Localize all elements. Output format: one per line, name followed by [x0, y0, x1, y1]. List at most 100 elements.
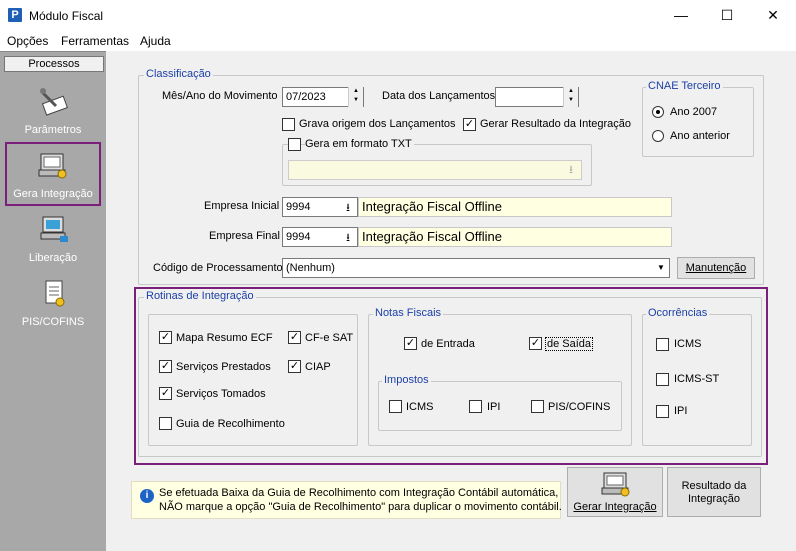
servicos-prestados-checkbox[interactable]: ✓ [159, 360, 172, 373]
rotinas-legend: Rotinas de Integração [144, 290, 256, 302]
impostos-icms-label: ICMS [406, 401, 434, 413]
cfe-sat-checkbox[interactable]: ✓ [288, 331, 301, 344]
computer-gear-icon [38, 153, 67, 179]
gera-txt-label: Gera em formato TXT [305, 138, 414, 150]
cnae-ano-2007-label: Ano 2007 [670, 106, 718, 118]
grava-origem-label: Grava origem dos Lançamentos [299, 118, 456, 130]
gerar-integracao-button[interactable]: Gerar Integração [567, 467, 663, 517]
cnae-ano-anterior-label: Ano anterior [670, 130, 730, 142]
sidebar-item-liberacao[interactable]: Liberação [4, 214, 102, 274]
sidebar-item-label: Parâmetros [24, 124, 82, 136]
sidebar-item-label: PIS/COFINS [21, 316, 85, 328]
nf-saida-checkbox[interactable]: ✓ [529, 337, 542, 350]
resultado-label-line-1: Resultado da [681, 480, 747, 492]
parameters-icon [40, 88, 68, 116]
gerar-integracao-label: Gerar Integração [573, 501, 657, 513]
empresa-inicial-label: Empresa Inicial [204, 200, 280, 212]
codigo-processamento-select[interactable]: (Nenhum) [282, 258, 670, 278]
gera-txt-checkbox[interactable] [288, 138, 301, 151]
empresa-inicial-code: 9994 [286, 201, 311, 213]
txt-lookup-icon[interactable]: ⭳ [562, 161, 580, 179]
data-lancamentos-spinner[interactable]: ▲ ▼ [563, 87, 578, 107]
resultado-label-line-2: Integração [688, 493, 740, 505]
cnae-ano-2007-radio[interactable] [652, 106, 664, 118]
info-message-box: i Se efetuada Baixa da Guia de Recolhime… [131, 481, 562, 519]
empresa-inicial-lookup-icon[interactable]: ⭳ [340, 199, 356, 215]
minimize-button[interactable]: — [658, 0, 704, 31]
impostos-ipi-checkbox[interactable] [469, 400, 482, 413]
nf-entrada-label: de Entrada [421, 338, 475, 350]
sidebar-item-gera-integracao[interactable]: Gera Integração [5, 142, 101, 206]
window-title: Módulo Fiscal [29, 9, 104, 23]
menu-ferramentas[interactable]: Ferramentas [61, 34, 129, 48]
guia-recolhimento-checkbox[interactable] [159, 417, 172, 430]
sidebar-item-pis-cofins[interactable]: PIS/COFINS [4, 278, 102, 338]
resultado-integracao-button[interactable]: Resultado da Integração [667, 467, 761, 517]
servicos-tomados-label: Serviços Tomados [176, 388, 266, 400]
cnae-legend: CNAE Terceiro [646, 80, 723, 92]
ciap-label: CIAP [305, 361, 331, 373]
cnae-group [642, 87, 754, 157]
menu-bar: Opções Ferramentas Ajuda [0, 31, 796, 51]
sidebar-item-label: Gera Integração [13, 188, 93, 200]
computer-gear-icon [601, 472, 630, 497]
gerar-resultado-label: Gerar Resultado da Integração [480, 118, 632, 130]
empresa-final-lookup-icon[interactable]: ⭳ [340, 229, 356, 245]
cfe-sat-label: CF-e SAT [305, 332, 354, 344]
empresa-inicial-name-field: Integração Fiscal Offline [358, 197, 672, 217]
impostos-legend: Impostos [382, 374, 431, 386]
impostos-ipi-label: IPI [487, 401, 501, 413]
impostos-pis-cofins-checkbox[interactable] [531, 400, 544, 413]
guia-recolhimento-label: Guia de Recolhimento [176, 418, 285, 430]
empresa-final-name-field: Integração Fiscal Offline [358, 227, 672, 247]
ocorrencias-icms-checkbox[interactable] [656, 338, 669, 351]
sidebar-item-parametros[interactable]: Parâmetros [4, 86, 102, 146]
ciap-checkbox[interactable]: ✓ [288, 360, 301, 373]
empresa-inicial-name: Integração Fiscal Offline [362, 199, 502, 214]
data-lancamentos-label: Data dos Lançamentos [382, 90, 496, 102]
sidebar-item-label: Liberação [28, 252, 78, 264]
empresa-final-name: Integração Fiscal Offline [362, 229, 502, 244]
menu-ajuda[interactable]: Ajuda [140, 34, 171, 48]
app-logo-icon: P [8, 8, 22, 22]
document-icon [45, 280, 65, 307]
ocorrencias-icms-st-checkbox[interactable] [656, 373, 669, 386]
txt-path-input[interactable] [288, 160, 582, 180]
close-button[interactable]: ✕ [750, 0, 796, 31]
cnae-ano-anterior-radio[interactable] [652, 130, 664, 142]
mes-ano-spinner[interactable]: ▲ ▼ [348, 87, 363, 107]
info-line-2: NÃO marque a opção "Guia de Recolhimento… [159, 501, 562, 513]
empresa-final-label: Empresa Final [209, 230, 280, 242]
ocorrencias-ipi-label: IPI [674, 405, 688, 417]
classificacao-legend: Classificação [144, 68, 213, 80]
impostos-icms-checkbox[interactable] [389, 400, 402, 413]
title-bar: P Módulo Fiscal — ☐ ✕ [0, 0, 796, 31]
sidebar-header: Processos [4, 56, 104, 72]
maximize-button[interactable]: ☐ [704, 0, 750, 31]
info-line-1: Se efetuada Baixa da Guia de Recolhiment… [159, 487, 559, 499]
grava-origem-checkbox[interactable] [282, 118, 295, 131]
nf-entrada-checkbox[interactable]: ✓ [404, 337, 417, 350]
notas-fiscais-legend: Notas Fiscais [373, 307, 444, 319]
gerar-resultado-checkbox[interactable]: ✓ [463, 118, 476, 131]
ocorrencias-icms-label: ICMS [674, 338, 702, 350]
ocorrencias-icms-st-label: ICMS-ST [674, 373, 720, 385]
manutencao-button[interactable]: Manutenção [677, 257, 755, 279]
ocorrencias-legend: Ocorrências [646, 307, 710, 319]
codigo-processamento-value: (Nenhum) [286, 262, 335, 274]
mes-ano-label: Mês/Ano do Movimento [162, 90, 278, 102]
servicos-tomados-checkbox[interactable]: ✓ [159, 387, 172, 400]
ocorrencias-ipi-checkbox[interactable] [656, 405, 669, 418]
impostos-pis-cofins-label: PIS/COFINS [548, 401, 611, 413]
info-icon: i [140, 489, 154, 503]
codigo-processamento-label: Código de Processamento [153, 262, 283, 274]
empresa-final-code: 9994 [286, 231, 311, 243]
mes-ano-value: 07/2023 [286, 91, 326, 103]
mapa-resumo-label: Mapa Resumo ECF [176, 332, 273, 344]
menu-opcoes[interactable]: Opções [7, 34, 48, 48]
computer-release-icon [40, 216, 68, 242]
chevron-down-icon[interactable]: ▼ [654, 260, 668, 276]
servicos-prestados-label: Serviços Prestados [176, 361, 271, 373]
manutencao-label: Manutenção [685, 262, 747, 274]
mapa-resumo-checkbox[interactable]: ✓ [159, 331, 172, 344]
